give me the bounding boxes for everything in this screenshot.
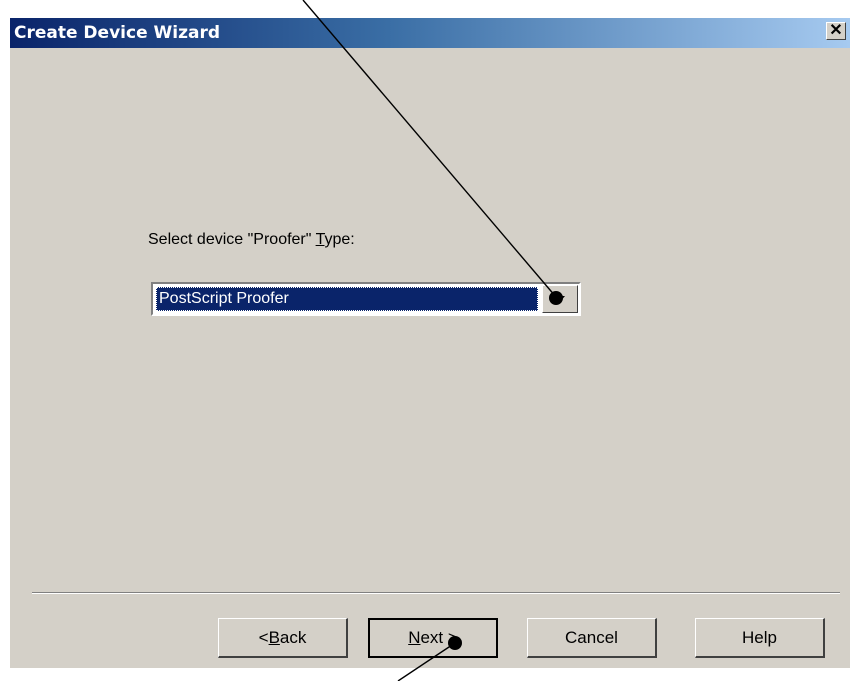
annotation-line-combo xyxy=(302,0,557,298)
annotation-line-next xyxy=(397,642,456,681)
annotation-overlay xyxy=(302,0,563,681)
annotation-dot-next xyxy=(448,636,462,650)
annotation-dot-combo xyxy=(549,291,563,305)
